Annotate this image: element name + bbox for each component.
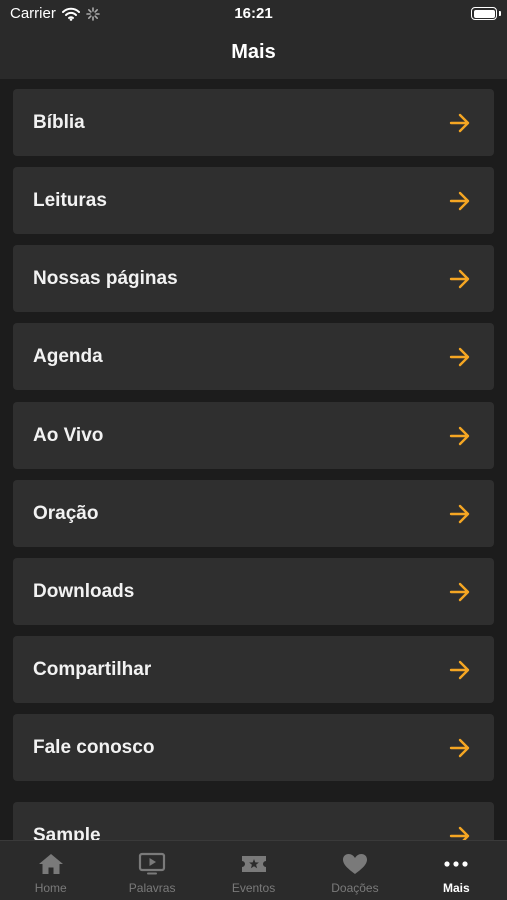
ticket-star-icon <box>241 856 266 872</box>
more-dots-icon <box>444 861 468 867</box>
menu-item-label: Fale conosco <box>33 736 155 758</box>
arrow-right-icon <box>449 826 470 840</box>
tab-label: Doações <box>331 881 379 895</box>
menu-item-sample[interactable]: Sample <box>13 802 494 840</box>
arrow-right-icon <box>449 113 470 132</box>
menu-item-label: Sample <box>33 824 101 841</box>
menu-list[interactable]: Bíblia Leituras Nossas páginas Agenda Ao… <box>0 79 507 840</box>
menu-item-label: Oração <box>33 502 99 524</box>
tab-palavras[interactable]: Palavras <box>101 841 202 900</box>
heart-icon <box>342 854 367 874</box>
arrow-right-icon <box>449 738 470 757</box>
menu-item-label: Bíblia <box>33 111 85 133</box>
menu-item-label: Compartilhar <box>33 658 152 680</box>
tab-label: Palavras <box>128 881 176 895</box>
tab-label: Mais <box>442 881 470 895</box>
battery-icon <box>471 7 497 20</box>
menu-item-label: Nossas páginas <box>33 267 178 289</box>
arrow-right-icon <box>449 582 470 601</box>
tab-eventos[interactable]: Eventos <box>203 841 304 900</box>
arrow-right-icon <box>449 504 470 523</box>
tab-label: Home <box>34 881 67 895</box>
menu-item-label: Downloads <box>33 580 135 602</box>
tv-play-icon <box>139 852 166 875</box>
status-time: 16:21 <box>234 5 273 22</box>
arrow-right-icon <box>449 426 470 445</box>
home-icon <box>38 854 63 874</box>
navigation-bar: Mais <box>0 28 507 79</box>
menu-item-biblia[interactable]: Bíblia <box>13 89 494 156</box>
menu-item-downloads[interactable]: Downloads <box>13 558 494 625</box>
menu-item-label: Leituras <box>33 189 107 211</box>
menu-item-leituras[interactable]: Leituras <box>13 167 494 234</box>
menu-item-fale-conosco[interactable]: Fale conosco <box>13 714 494 781</box>
tab-label: Eventos <box>231 881 276 895</box>
arrow-right-icon <box>449 660 470 679</box>
arrow-right-icon <box>449 191 470 210</box>
menu-item-nossas-paginas[interactable]: Nossas páginas <box>13 245 494 312</box>
status-bar: Carrier 16:21 <box>0 0 507 28</box>
menu-item-label: Ao Vivo <box>33 424 104 446</box>
tab-bar: Home Palavras Eventos Doações Mais <box>0 840 507 900</box>
arrow-right-icon <box>449 269 470 288</box>
battery-tip <box>499 11 501 16</box>
tab-mais[interactable]: Mais <box>406 841 507 900</box>
arrow-right-icon <box>449 347 470 366</box>
tab-doacoes[interactable]: Doações <box>304 841 405 900</box>
page-title: Mais <box>231 41 276 63</box>
menu-item-ao-vivo[interactable]: Ao Vivo <box>13 402 494 469</box>
menu-item-label: Agenda <box>33 345 103 367</box>
tab-home[interactable]: Home <box>0 841 101 900</box>
menu-item-oracao[interactable]: Oração <box>13 480 494 547</box>
menu-item-compartilhar[interactable]: Compartilhar <box>13 636 494 703</box>
menu-item-agenda[interactable]: Agenda <box>13 323 494 390</box>
